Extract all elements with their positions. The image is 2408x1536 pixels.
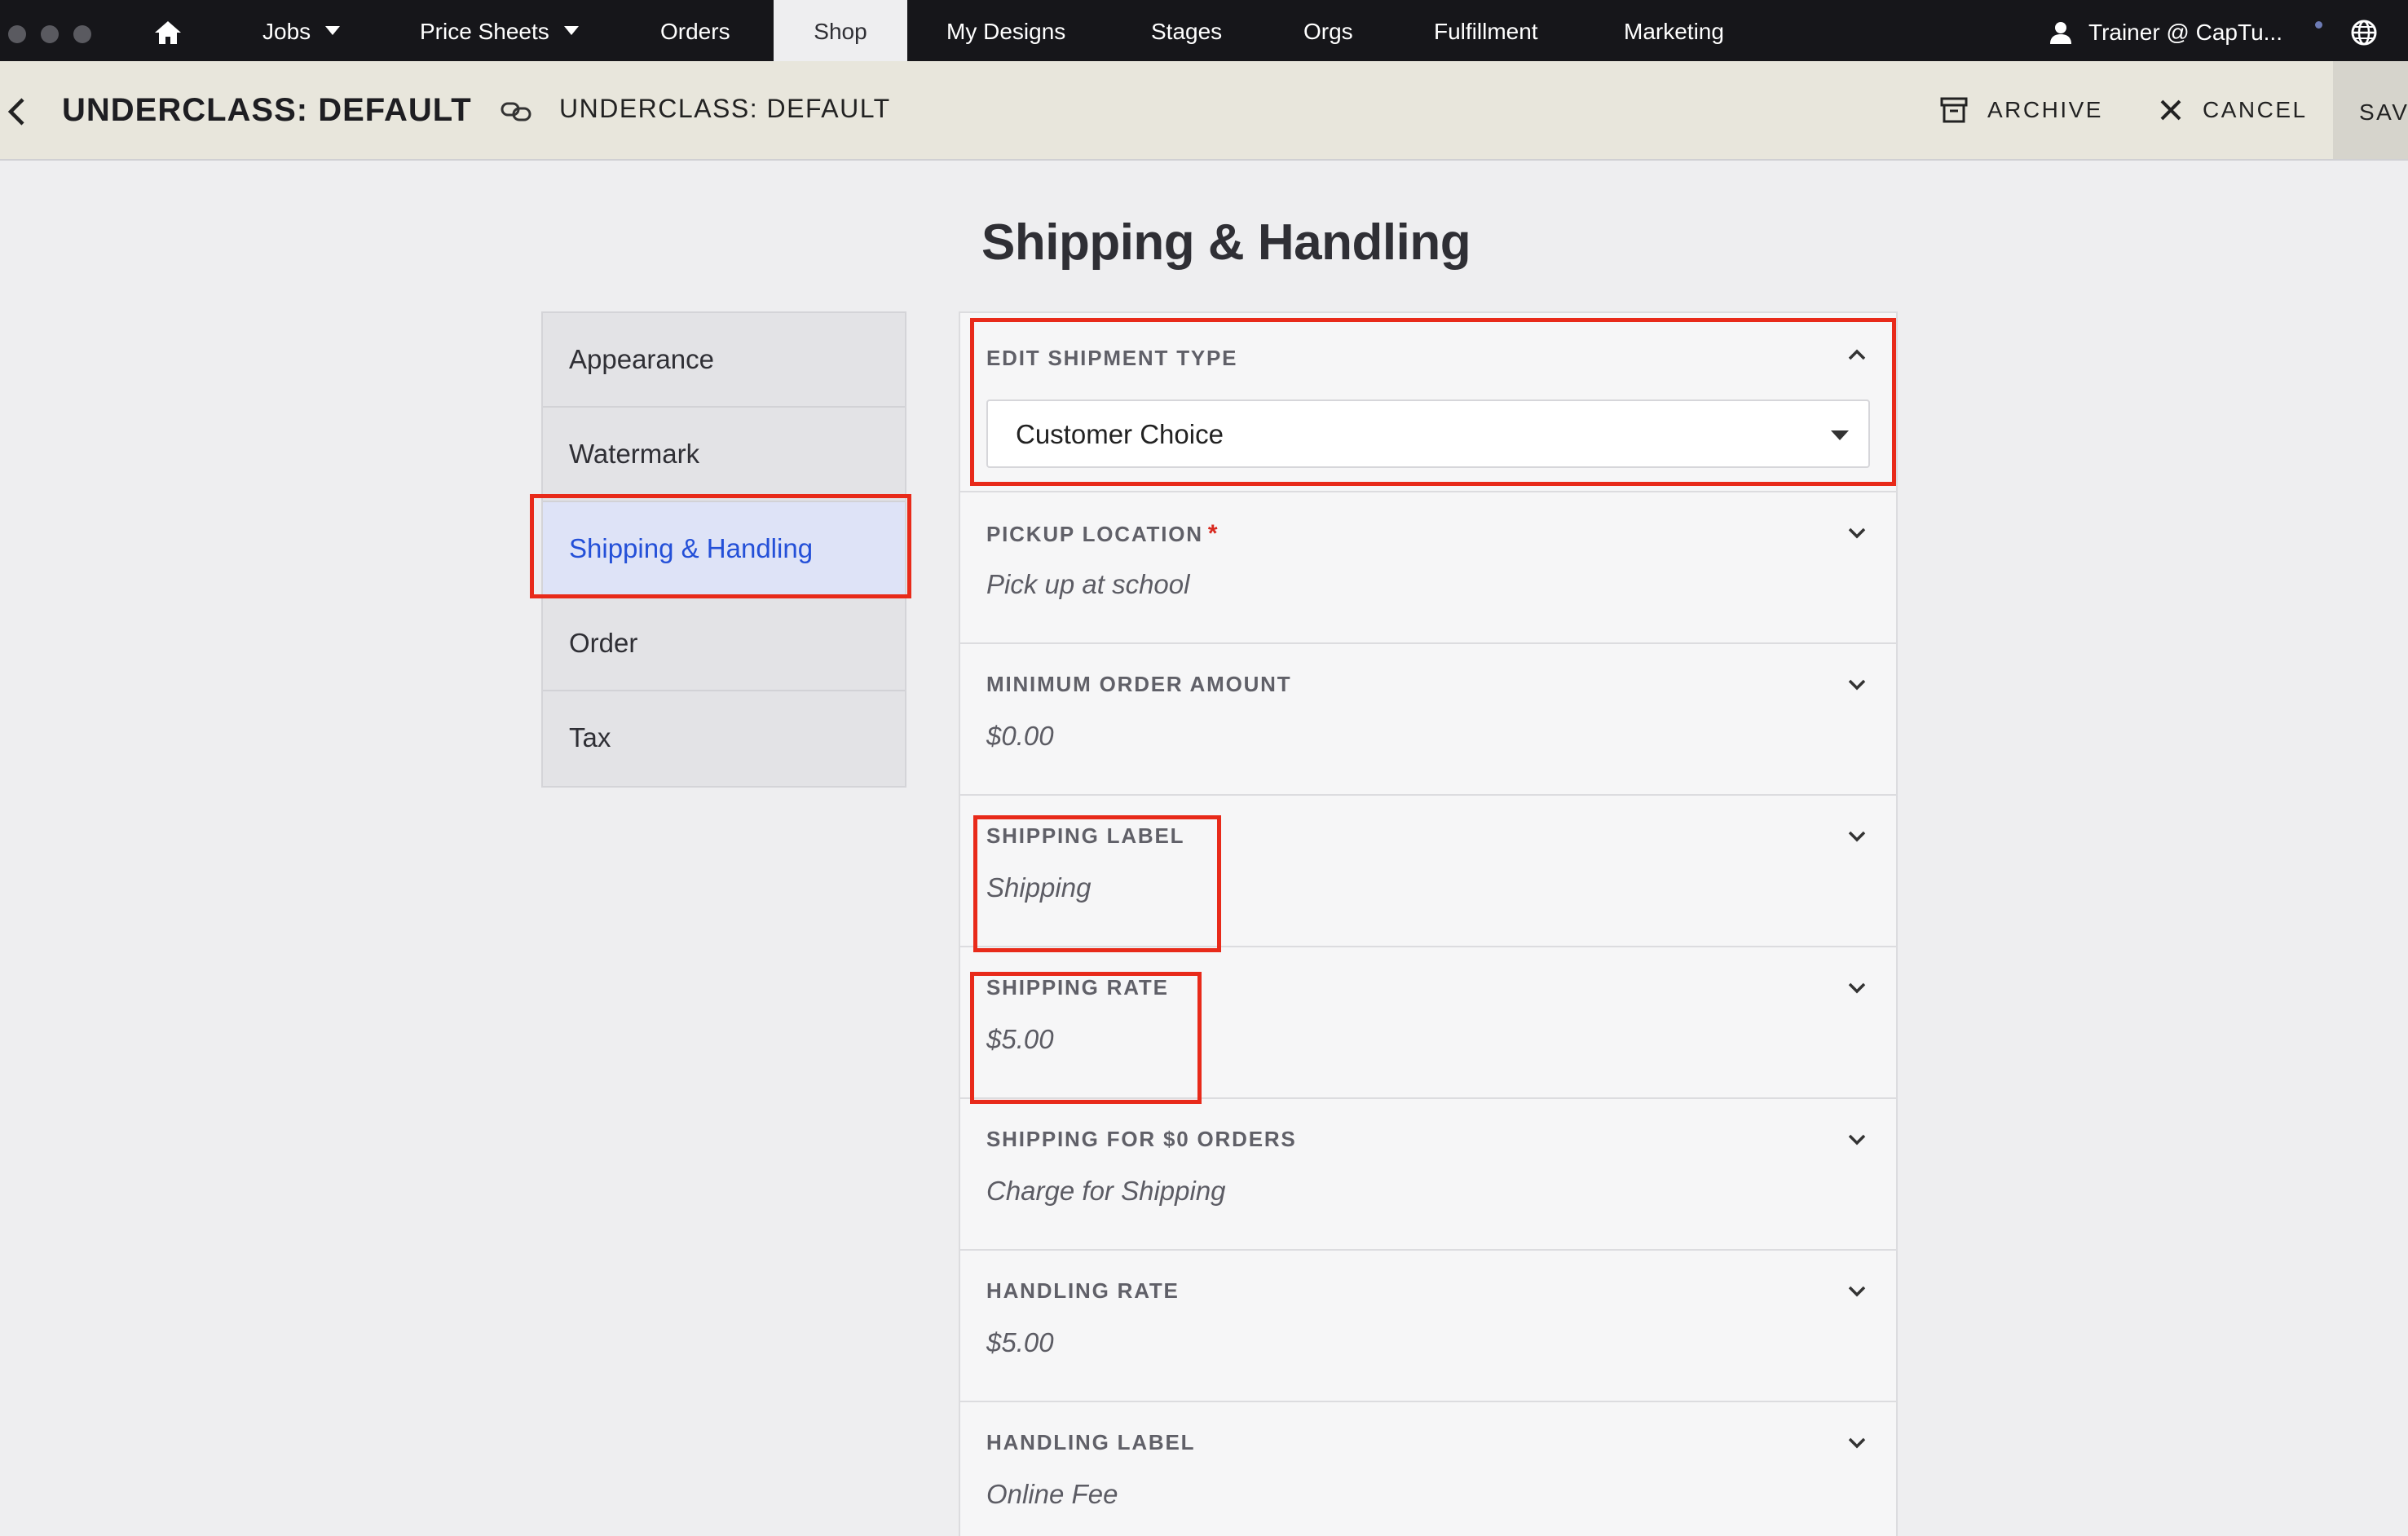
nav-stages[interactable]: Stages <box>1151 0 1222 61</box>
page-header-title: UNDERCLASS: DEFAULT <box>62 92 472 128</box>
section-value: Shipping <box>986 872 1092 903</box>
section-value: $5.00 <box>986 1024 1054 1054</box>
nav-fulfillment[interactable]: Fulfillment <box>1434 0 1538 61</box>
chevron-down-icon[interactable] <box>1845 525 1869 541</box>
nav-orgs[interactable]: Orgs <box>1303 0 1353 61</box>
user-menu[interactable]: Trainer @ CapTu... <box>2088 0 2282 61</box>
nav-price-sheets-label: Price Sheets <box>420 19 549 44</box>
section-label: PICKUP LOCATION * <box>986 520 1219 548</box>
settings-sidebar: Appearance Watermark Shipping & Handling… <box>541 311 906 788</box>
shipment-type-select[interactable]: Customer Choice <box>986 399 1870 468</box>
chevron-down-icon[interactable] <box>1845 1132 1869 1148</box>
chevron-down-icon[interactable] <box>1845 828 1869 845</box>
home-icon[interactable] <box>153 20 183 46</box>
sidebar-item-watermark[interactable]: Watermark <box>543 408 905 502</box>
notification-dot <box>2315 21 2322 29</box>
section-value: $0.00 <box>986 721 1054 751</box>
shipping-label-section[interactable]: SHIPPING LABEL Shipping <box>960 796 1896 947</box>
link-icon[interactable] <box>501 100 531 123</box>
window-close-dot[interactable] <box>8 25 26 43</box>
edit-shipment-type-section: EDIT SHIPMENT TYPE Customer Choice <box>960 313 1896 492</box>
archive-button[interactable]: ARCHIVE <box>1987 97 2103 123</box>
section-value: Charge for Shipping <box>986 1176 1226 1206</box>
section-value: Pick up at school <box>986 569 1190 599</box>
nav-orders[interactable]: Orders <box>660 0 730 61</box>
cancel-button[interactable]: CANCEL <box>2203 97 2308 123</box>
section-label: SHIPPING RATE <box>986 975 1169 1000</box>
handling-rate-section[interactable]: HANDLING RATE $5.00 <box>960 1251 1896 1402</box>
settings-panel: EDIT SHIPMENT TYPE Customer Choice PICKU… <box>959 311 1898 1536</box>
nav-price-sheets[interactable]: Price Sheets <box>420 0 579 61</box>
user-icon <box>2050 22 2071 44</box>
select-value: Customer Choice <box>1016 419 1224 449</box>
top-nav: Jobs Price Sheets Orders Shop My Designs… <box>0 0 2408 61</box>
minimum-order-amount-section[interactable]: MINIMUM ORDER AMOUNT $0.00 <box>960 644 1896 796</box>
header-bar: UNDERCLASS: DEFAULT UNDERCLASS: DEFAULT … <box>0 61 2408 161</box>
chevron-down-icon <box>563 26 579 35</box>
window-minimize-dot[interactable] <box>41 25 59 43</box>
nav-jobs-label: Jobs <box>262 19 311 44</box>
nav-shop[interactable]: Shop <box>774 0 907 61</box>
window-maximize-dot[interactable] <box>73 25 91 43</box>
sidebar-item-appearance[interactable]: Appearance <box>543 313 905 408</box>
pickup-location-section[interactable]: PICKUP LOCATION * Pick up at school <box>960 492 1896 644</box>
sidebar-item-tax[interactable]: Tax <box>543 691 905 786</box>
sidebar-item-order[interactable]: Order <box>543 597 905 691</box>
shipping-for-zero-orders-section[interactable]: SHIPPING FOR $0 ORDERS Charge for Shippi… <box>960 1099 1896 1251</box>
shipping-rate-section[interactable]: SHIPPING RATE $5.00 <box>960 947 1896 1099</box>
save-button[interactable]: SAVE <box>2333 61 2408 159</box>
section-label: HANDLING RATE <box>986 1278 1180 1303</box>
chevron-down-icon[interactable] <box>1845 1283 1869 1300</box>
nav-marketing[interactable]: Marketing <box>1624 0 1724 61</box>
window-controls <box>8 25 91 43</box>
section-label: SHIPPING FOR $0 ORDERS <box>986 1127 1297 1151</box>
section-label: MINIMUM ORDER AMOUNT <box>986 672 1292 696</box>
chevron-down-icon[interactable] <box>1845 677 1869 693</box>
section-label-text: PICKUP LOCATION <box>986 522 1203 546</box>
section-value: $5.00 <box>986 1327 1054 1357</box>
sidebar-item-shipping-handling[interactable]: Shipping & Handling <box>543 502 905 597</box>
section-label: SHIPPING LABEL <box>986 823 1185 848</box>
chevron-down-icon[interactable] <box>1845 980 1869 996</box>
nav-my-designs[interactable]: My Designs <box>946 0 1065 61</box>
chevron-down-icon[interactable] <box>1845 1435 1869 1451</box>
page-title: Shipping & Handling <box>981 214 1471 271</box>
archive-icon[interactable] <box>1940 96 1968 124</box>
section-label: EDIT SHIPMENT TYPE <box>986 346 1238 370</box>
caret-down-icon <box>1831 430 1849 440</box>
required-asterisk: * <box>1207 520 1219 547</box>
nav-jobs[interactable]: Jobs <box>262 0 341 61</box>
page-header-subtitle: UNDERCLASS: DEFAULT <box>559 94 891 123</box>
globe-icon[interactable] <box>2351 20 2377 46</box>
section-label: HANDLING LABEL <box>986 1430 1196 1454</box>
section-value: Online Fee <box>986 1479 1118 1509</box>
back-arrow-icon[interactable] <box>7 97 26 126</box>
chevron-up-icon[interactable] <box>1845 347 1869 364</box>
handling-label-section[interactable]: HANDLING LABEL Online Fee <box>960 1402 1896 1536</box>
chevron-down-icon <box>325 26 341 35</box>
close-icon[interactable] <box>2159 98 2183 122</box>
